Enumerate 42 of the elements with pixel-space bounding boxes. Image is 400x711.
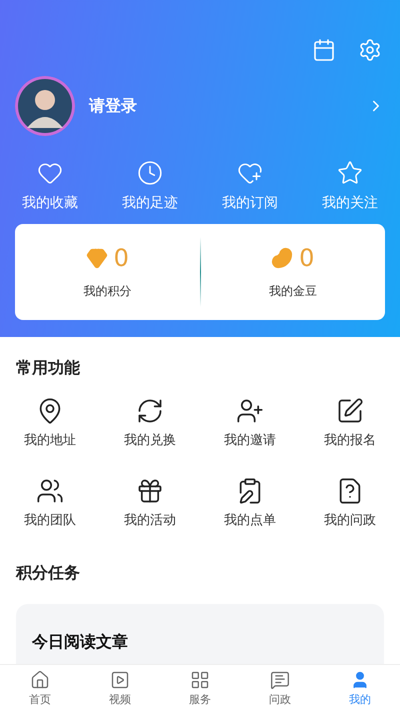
avatar[interactable] — [15, 76, 75, 136]
stat-label: 我的积分 — [83, 282, 132, 300]
function-button[interactable]: 我的活动 — [100, 477, 200, 529]
tab[interactable]: 服务 — [160, 665, 240, 711]
add-user-icon — [236, 397, 264, 425]
clock-icon — [137, 160, 163, 186]
edit-icon — [336, 397, 364, 425]
function-button[interactable]: 我的点单 — [200, 477, 300, 529]
gem-icon — [86, 246, 108, 268]
section-title: 积分任务 — [16, 562, 81, 584]
tab[interactable]: 视频 — [80, 665, 160, 711]
stat-value: 0 — [299, 244, 314, 270]
exchange-icon — [136, 397, 164, 425]
message-icon — [270, 670, 290, 690]
section-title: 常用功能 — [16, 357, 81, 379]
tab[interactable]: 我的 — [320, 665, 400, 711]
stat-item[interactable]: 0 我的金豆 — [200, 244, 385, 300]
home-icon — [30, 670, 50, 690]
settings-icon[interactable] — [358, 38, 382, 62]
star-icon — [337, 160, 363, 186]
stat-value: 0 — [114, 244, 129, 270]
shortcut-button[interactable]: 我的足迹 — [100, 160, 200, 212]
task-card[interactable]: 今日阅读文章 — [16, 604, 384, 664]
grid-icon — [190, 670, 210, 690]
stat-label: 我的金豆 — [268, 282, 317, 300]
tab[interactable]: 问政 — [240, 665, 320, 711]
users-icon — [36, 477, 64, 505]
gift-icon — [136, 477, 164, 505]
shortcut-button[interactable]: 我的收藏 — [0, 160, 100, 212]
task-title: 今日阅读文章 — [32, 632, 128, 651]
function-button[interactable]: 我的地址 — [0, 397, 100, 449]
function-button[interactable]: 我的兑换 — [100, 397, 200, 449]
function-button[interactable]: 我的问政 — [300, 477, 400, 529]
video-icon — [110, 670, 130, 690]
stat-item[interactable]: 0 我的积分 — [15, 244, 200, 300]
tab[interactable]: 首页 — [0, 665, 80, 711]
calendar-icon[interactable] — [312, 38, 336, 62]
login-link[interactable]: 请登录 — [89, 96, 367, 116]
function-button[interactable]: 我的邀请 — [200, 397, 300, 449]
function-button[interactable]: 我的报名 — [300, 397, 400, 449]
bean-icon — [271, 246, 294, 268]
function-button[interactable]: 我的团队 — [0, 477, 100, 529]
